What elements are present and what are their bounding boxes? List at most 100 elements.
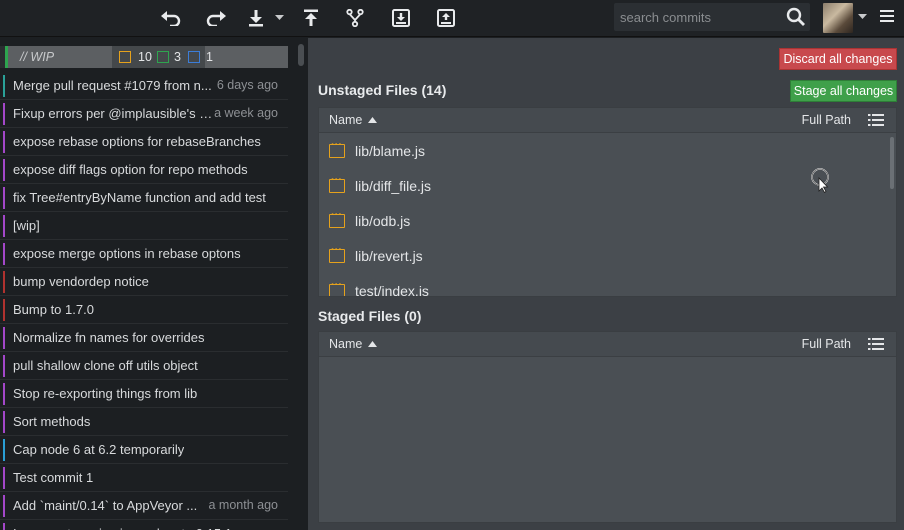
commit-row[interactable]: Cap node 6 at 6.2 temporarily (0, 436, 288, 464)
commit-row[interactable]: [wip] (0, 212, 288, 240)
upload-icon (304, 9, 318, 26)
commit-row[interactable]: fix Tree#entryByName function and add te… (0, 184, 288, 212)
wip-graph-marker (5, 46, 8, 68)
commit-row[interactable]: Merge pull request #1079 from n... 6 days… (0, 72, 288, 100)
commit-message: Cap node 6 at 6.2 temporarily (13, 442, 185, 457)
commit-graph-lane (3, 495, 5, 517)
file-path: lib/blame.js (355, 143, 426, 159)
commit-message: Sort methods (13, 414, 91, 429)
list-view-icon[interactable] (868, 114, 884, 126)
commit-graph-lane (3, 243, 5, 265)
unstaged-files-header: Name Full Path (319, 108, 896, 133)
mouse-cursor-icon (811, 168, 829, 193)
commit-graph-lane (3, 131, 5, 153)
commit-row[interactable]: Add `maint/0.14` to AppVeyor ... a month … (0, 492, 288, 520)
branch-button[interactable] (342, 6, 368, 30)
chevron-down-icon[interactable] (858, 14, 867, 20)
sort-by-name[interactable]: Name (329, 113, 362, 127)
modified-file-icon (329, 174, 345, 193)
file-path: test/index.js (355, 283, 429, 296)
pull-options-button[interactable] (272, 6, 286, 30)
commit-message: expose merge options in rebase optons (13, 246, 241, 261)
commit-row[interactable]: expose merge options in rebase optons (0, 240, 288, 268)
list-view-icon[interactable] (868, 338, 884, 350)
commit-graph-lane (3, 271, 5, 293)
unstaged-file-row[interactable]: lib/odb.js (319, 204, 879, 239)
file-path: lib/revert.js (355, 248, 423, 264)
commit-graph-lane (3, 159, 5, 181)
commit-graph-lane (3, 215, 5, 237)
pull-button[interactable] (243, 6, 269, 30)
undo-button[interactable] (158, 6, 184, 30)
redo-button[interactable] (203, 6, 229, 30)
unstaged-file-row[interactable]: lib/blame.js (319, 134, 879, 169)
pop-stash-button[interactable] (433, 6, 459, 30)
commit-message: Add `maint/0.14` to AppVeyor ... (13, 498, 198, 513)
commit-row[interactable]: expose rebase options for rebaseBranches (0, 128, 288, 156)
commit-message: Increment version in readme to 0.15.1 (13, 526, 232, 530)
avatar[interactable] (823, 3, 853, 33)
commit-date: a week ago (214, 106, 278, 120)
commit-graph-lane (3, 383, 5, 405)
unstaged-file-row[interactable]: test/index.js (319, 274, 879, 296)
download-icon (249, 10, 263, 27)
commit-graph-lane (3, 523, 5, 530)
stage-all-button[interactable]: Stage all changes (790, 80, 897, 102)
sort-asc-icon (368, 341, 377, 347)
unstaged-file-row[interactable]: lib/revert.js (319, 239, 879, 274)
full-path-toggle[interactable]: Full Path (802, 113, 851, 127)
unstaged-files-panel: Name Full Path lib/blame.js lib/diff_file… (318, 107, 897, 297)
sort-by-name[interactable]: Name (329, 337, 362, 351)
commit-graph-lane (3, 355, 5, 377)
commit-message: bump vendordep notice (13, 274, 149, 289)
deleted-count: 1 (206, 50, 213, 64)
commit-list: // WIP 10 3 1 Merge pull request #1079 f… (0, 38, 308, 530)
commit-message: Stop re-exporting things from lib (13, 386, 198, 401)
unstaged-file-row[interactable]: lib/diff_file.js (319, 169, 879, 204)
modified-file-icon (329, 139, 345, 158)
commit-row[interactable]: Sort methods (0, 408, 288, 436)
commit-graph-lane (3, 327, 5, 349)
unstaged-list-scrollbar[interactable] (890, 137, 894, 189)
commit-row[interactable]: bump vendordep notice (0, 268, 288, 296)
commit-message: pull shallow clone off utils object (13, 358, 198, 373)
staging-panel: Discard all changes Unstaged Files (14) … (308, 38, 904, 530)
search-icon[interactable] (786, 7, 806, 27)
added-count: 3 (174, 50, 181, 64)
branch-icon (346, 9, 364, 27)
unstaged-files-title: Unstaged Files (14) (318, 82, 447, 98)
app-window: // WIP 10 3 1 Merge pull request #1079 f… (0, 0, 904, 530)
commit-graph-lane (3, 299, 5, 321)
stash-button[interactable] (388, 6, 414, 30)
commit-row[interactable]: Normalize fn names for overrides (0, 324, 288, 352)
hamburger-menu-icon[interactable] (880, 9, 894, 23)
search-commits-input[interactable] (614, 3, 782, 31)
push-button[interactable] (298, 6, 324, 30)
commit-list-scrollbar[interactable] (298, 44, 304, 66)
file-path: lib/odb.js (355, 213, 411, 229)
staged-files-panel: Name Full Path (318, 331, 897, 523)
commit-row[interactable]: Bump to 1.7.0 (0, 296, 288, 324)
wip-stats: 10 3 1 (112, 46, 213, 68)
commit-row[interactable]: expose diff flags option for repo method… (0, 156, 288, 184)
undo-icon (161, 11, 181, 26)
wip-label: // WIP (20, 50, 55, 64)
modified-file-icon (329, 279, 345, 296)
stash-icon (392, 9, 410, 27)
full-path-toggle[interactable]: Full Path (802, 337, 851, 351)
commit-row[interactable]: Fixup errors per @implausible's c... a we… (0, 100, 288, 128)
commit-graph-lane (3, 411, 5, 433)
commit-row[interactable]: Increment version in readme to 0.15.1 (0, 520, 288, 530)
modified-file-icon (329, 209, 345, 228)
commit-graph-lane (3, 187, 5, 209)
commit-row[interactable]: pull shallow clone off utils object (0, 352, 288, 380)
commit-message: Merge pull request #1079 from n... (13, 78, 212, 93)
discard-all-button[interactable]: Discard all changes (779, 48, 897, 70)
modified-count: 10 (138, 50, 152, 64)
commit-message: fix Tree#entryByName function and add te… (13, 190, 266, 205)
commit-row[interactable]: Stop re-exporting things from lib (0, 380, 288, 408)
staged-files-header: Name Full Path (319, 332, 896, 357)
deleted-icon (188, 51, 200, 63)
wip-row[interactable]: // WIP 10 3 1 (0, 46, 288, 68)
commit-row[interactable]: Test commit 1 (0, 464, 288, 492)
